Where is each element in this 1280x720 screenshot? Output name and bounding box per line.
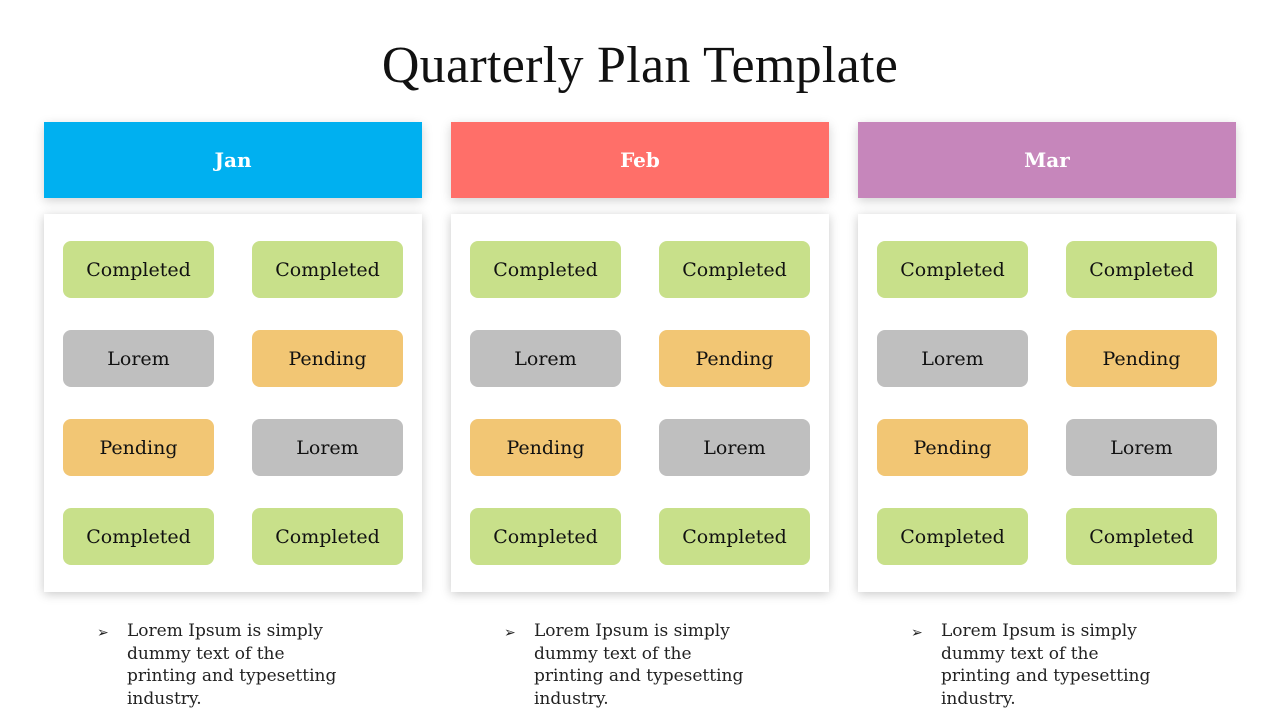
month-column-feb: Feb Completed Completed Lorem Pending Pe… [451, 122, 829, 592]
status-chip[interactable]: Lorem [877, 330, 1028, 387]
note-text: Lorem Ipsum is simply dummy text of the … [534, 621, 744, 709]
status-chip[interactable]: Completed [1066, 241, 1217, 298]
month-header: Feb [451, 122, 829, 198]
status-chip[interactable]: Completed [252, 508, 403, 565]
status-chip[interactable]: Pending [470, 419, 621, 476]
status-chip[interactable]: Completed [1066, 508, 1217, 565]
note-text: Lorem Ipsum is simply dummy text of the … [941, 621, 1151, 709]
month-column-jan: Jan Completed Completed Lorem Pending Pe… [44, 122, 422, 592]
arrow-bullet-icon: ➢ [911, 625, 923, 641]
task-panel: Completed Completed Lorem Pending Pendin… [451, 214, 829, 592]
task-panel: Completed Completed Lorem Pending Pendin… [858, 214, 1236, 592]
status-chip[interactable]: Lorem [470, 330, 621, 387]
status-chip[interactable]: Completed [877, 241, 1028, 298]
status-chip[interactable]: Completed [252, 241, 403, 298]
status-chip[interactable]: Pending [252, 330, 403, 387]
arrow-bullet-icon: ➢ [97, 625, 109, 641]
status-chip[interactable]: Pending [877, 419, 1028, 476]
status-chip[interactable]: Pending [63, 419, 214, 476]
arrow-bullet-icon: ➢ [504, 625, 516, 641]
task-panel: Completed Completed Lorem Pending Pendin… [44, 214, 422, 592]
status-chip[interactable]: Completed [63, 508, 214, 565]
page-title: Quarterly Plan Template [381, 37, 899, 94]
status-chip[interactable]: Lorem [63, 330, 214, 387]
status-chip[interactable]: Pending [1066, 330, 1217, 387]
note-text: Lorem Ipsum is simply dummy text of the … [127, 621, 337, 709]
note-feb: ➢ Lorem Ipsum is simply dummy text of th… [504, 620, 804, 710]
month-column-mar: Mar Completed Completed Lorem Pending Pe… [858, 122, 1236, 592]
status-chip[interactable]: Pending [659, 330, 810, 387]
status-chip[interactable]: Lorem [659, 419, 810, 476]
status-chip[interactable]: Completed [877, 508, 1028, 565]
status-chip[interactable]: Completed [470, 241, 621, 298]
status-chip[interactable]: Lorem [252, 419, 403, 476]
status-chip[interactable]: Completed [470, 508, 621, 565]
status-chip[interactable]: Completed [659, 508, 810, 565]
month-header: Jan [44, 122, 422, 198]
month-header: Mar [858, 122, 1236, 198]
note-mar: ➢ Lorem Ipsum is simply dummy text of th… [911, 620, 1211, 710]
status-chip[interactable]: Lorem [1066, 419, 1217, 476]
note-jan: ➢ Lorem Ipsum is simply dummy text of th… [97, 620, 397, 710]
status-chip[interactable]: Completed [63, 241, 214, 298]
status-chip[interactable]: Completed [659, 241, 810, 298]
